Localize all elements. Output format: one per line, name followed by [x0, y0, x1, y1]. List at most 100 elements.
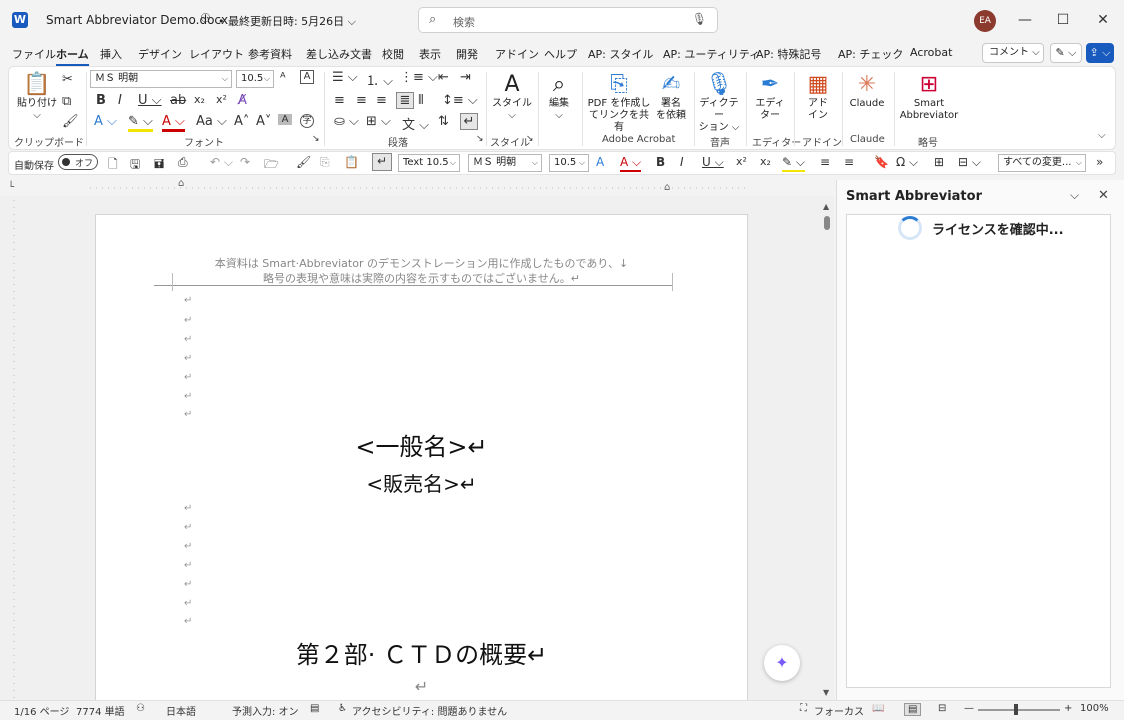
- styles-button[interactable]: A スタイル ⌵: [492, 72, 532, 122]
- grow-font-icon[interactable]: A˄: [234, 114, 249, 129]
- tab-acrobat[interactable]: Acrobat: [910, 46, 952, 59]
- line-spacing-icon[interactable]: ↕≡ ⌵: [442, 93, 478, 108]
- style-dialog-launcher-icon[interactable]: ↘: [526, 134, 534, 144]
- web-layout-icon[interactable]: ⊟: [938, 703, 946, 714]
- underline-qat-icon[interactable]: U ⌵: [702, 155, 724, 170]
- tab-mailings[interactable]: 差し込み文書: [306, 46, 372, 62]
- vertical-scrollbar[interactable]: ▲ ▼: [820, 200, 834, 700]
- paste-text-icon[interactable]: ⎘: [320, 155, 330, 170]
- shrink-font-icon[interactable]: A˅: [256, 114, 271, 129]
- zoom-out-button[interactable]: —: [964, 703, 974, 714]
- more-commands-icon[interactable]: »: [1096, 155, 1103, 169]
- page-count[interactable]: 1/16 ページ: [14, 703, 69, 718]
- language[interactable]: 日本語: [166, 703, 196, 718]
- subscript-qat-icon[interactable]: x₂: [760, 155, 771, 168]
- pane-options-icon[interactable]: ⌵: [1070, 188, 1079, 203]
- tab-review[interactable]: 校閲: [382, 46, 404, 62]
- tab-developer[interactable]: 開発: [456, 46, 478, 62]
- superscript-qat-icon[interactable]: x²: [736, 155, 747, 168]
- right-indent-marker-icon[interactable]: ⌂: [664, 182, 670, 193]
- zoom-level[interactable]: 100%: [1080, 703, 1109, 714]
- qat-size-select[interactable]: 10.5 ⌵: [549, 154, 589, 172]
- tab-home[interactable]: ホーム: [56, 46, 89, 66]
- change-case-icon[interactable]: Aa ⌵: [196, 114, 227, 129]
- paste-button[interactable]: 📋 貼り付け ⌵: [16, 72, 58, 122]
- decrease-indent-icon[interactable]: ⇤: [438, 70, 449, 85]
- focus-mode[interactable]: フォーカス: [814, 703, 864, 718]
- smart-abbreviator-button[interactable]: ⊞ Smart Abbreviator: [898, 72, 960, 122]
- tab-file[interactable]: ファイル: [12, 46, 56, 62]
- qat-font-select[interactable]: ＭＳ 明朝 ⌵: [468, 154, 542, 172]
- symbol-icon[interactable]: Ω ⌵: [896, 155, 918, 170]
- last-modified[interactable]: • 最終更新日時: 5月26日 ⌵: [218, 13, 356, 29]
- highlight-qat-icon[interactable]: ✎ ⌵: [782, 155, 805, 172]
- text-effects-qat-icon[interactable]: A: [596, 155, 604, 169]
- scroll-up-icon[interactable]: ▲: [823, 202, 829, 211]
- copilot-button[interactable]: ✦: [764, 645, 800, 681]
- zoom-slider-track[interactable]: [978, 709, 1060, 711]
- bullets-icon[interactable]: ☰ ⌵: [332, 70, 358, 85]
- new-doc-icon[interactable]: 🗋: [108, 155, 118, 176]
- tab-view[interactable]: 表示: [419, 46, 441, 62]
- borders-icon[interactable]: ⊞ ⌵: [366, 114, 391, 129]
- avatar[interactable]: EA: [974, 10, 996, 32]
- bold-icon[interactable]: B: [96, 93, 106, 108]
- format-painter-qat-icon[interactable]: 🖌: [296, 155, 311, 169]
- font-color-qat-icon[interactable]: A ⌵: [620, 155, 642, 172]
- tab-ap-symbols[interactable]: AP: 特殊記号: [756, 46, 821, 62]
- pane-close-icon[interactable]: ✕: [1098, 188, 1109, 203]
- copy-icon[interactable]: ⧉: [62, 94, 71, 109]
- justify-icon[interactable]: ≣: [396, 92, 414, 109]
- zoom-slider-thumb[interactable]: [1014, 704, 1018, 715]
- distributed-icon[interactable]: ⦀: [418, 93, 424, 108]
- style-select[interactable]: Text 10.5 ⌵: [398, 154, 460, 172]
- asian-layout-icon[interactable]: 文 ⌵: [402, 114, 429, 133]
- open-icon[interactable]: 🗁: [264, 155, 279, 176]
- cut-icon[interactable]: ✂: [62, 72, 73, 87]
- close-button[interactable]: ✕: [1090, 8, 1116, 32]
- char-shading-icon[interactable]: A: [278, 114, 292, 125]
- accessibility-status[interactable]: アクセシビリティ: 問題ありません: [352, 703, 507, 718]
- show-marks-qat-icon[interactable]: ↵: [372, 153, 392, 171]
- scrollbar-thumb[interactable]: [824, 216, 830, 230]
- font-dialog-launcher-icon[interactable]: ↘: [312, 134, 320, 144]
- tab-ap-style[interactable]: AP: スタイル: [588, 46, 653, 62]
- zoom-in-button[interactable]: +: [1064, 703, 1072, 714]
- track-changes-select[interactable]: すべての変更... ⌵: [998, 154, 1086, 172]
- char-border-icon[interactable]: A: [300, 70, 314, 84]
- addins-button[interactable]: ▦ アド イン: [800, 72, 836, 122]
- align-right-icon[interactable]: ≡: [376, 93, 387, 108]
- share-button[interactable]: ⇪ ⌵: [1086, 43, 1114, 63]
- tab-layout[interactable]: レイアウト: [189, 46, 244, 62]
- redo-icon[interactable]: ↷: [240, 155, 250, 169]
- clipboard-qat-icon[interactable]: 📋: [344, 155, 359, 169]
- font-color-icon[interactable]: A ⌵: [162, 114, 185, 132]
- text-effects-icon[interactable]: A ⌵: [94, 114, 117, 129]
- request-signature-button[interactable]: ✍ 署名 を依頼: [654, 72, 688, 122]
- save-icon[interactable]: 🖫: [130, 155, 140, 176]
- tab-design[interactable]: デザイン: [138, 46, 182, 62]
- dictate-button[interactable]: 🎙 ディクテー ション ⌵: [698, 72, 740, 134]
- collapse-ribbon-icon[interactable]: ⌵: [1098, 130, 1106, 141]
- maximize-button[interactable]: ☐: [1050, 8, 1076, 32]
- word-count[interactable]: 7774 単語: [76, 703, 125, 718]
- shading-icon[interactable]: ⛀ ⌵: [334, 114, 359, 129]
- document-page[interactable]: 本資料は Smart·Abbreviator のデモンストレーション用に作成した…: [95, 214, 748, 704]
- claude-button[interactable]: ✳ Claude: [846, 72, 888, 110]
- microphone-icon[interactable]: 🎙: [692, 12, 707, 26]
- strikethrough-icon[interactable]: ab: [170, 93, 186, 108]
- autosave-toggle[interactable]: オフ: [58, 154, 98, 170]
- read-mode-icon[interactable]: 📖: [872, 703, 884, 714]
- increase-indent-icon[interactable]: ⇥: [460, 70, 471, 85]
- tab-stop-icon[interactable]: └: [8, 182, 14, 193]
- proofing-icon[interactable]: ⚇: [136, 703, 145, 714]
- print-preview-icon[interactable]: ⎙: [178, 155, 188, 170]
- paragraph-dialog-launcher-icon[interactable]: ↘: [476, 134, 484, 144]
- highlight-icon[interactable]: ✎ ⌵: [128, 114, 153, 132]
- text-prediction[interactable]: 予測入力: オン: [232, 703, 299, 718]
- tab-addins[interactable]: アドイン: [495, 46, 539, 62]
- minimize-button[interactable]: —: [1012, 8, 1038, 32]
- table-options-icon[interactable]: ⊟ ⌵: [958, 155, 981, 170]
- clear-format-icon[interactable]: A̸: [238, 93, 247, 108]
- align-left-icon[interactable]: ≡: [334, 93, 345, 108]
